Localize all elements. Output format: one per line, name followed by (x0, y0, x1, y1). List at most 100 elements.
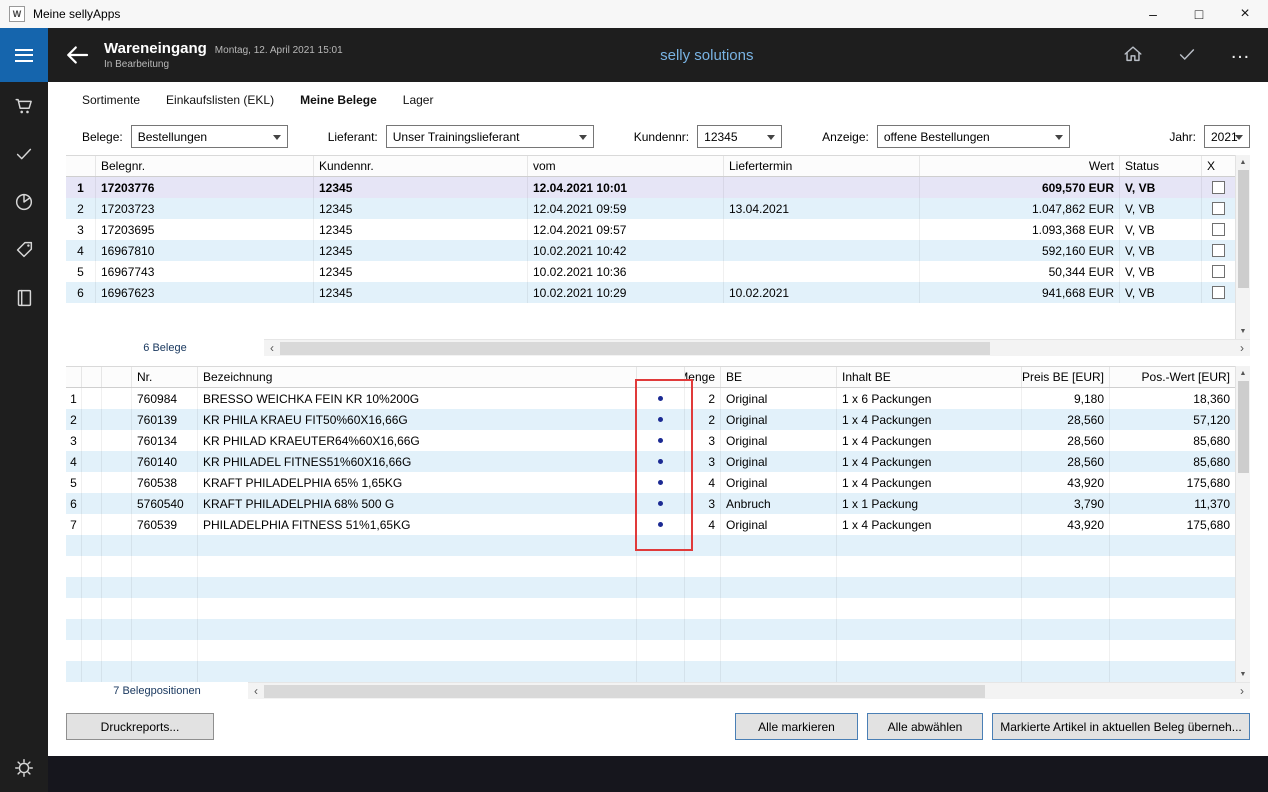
cell-wert: 592,160 EUR (920, 240, 1120, 261)
cell-spacer-1 (82, 430, 102, 451)
tab-sortimente[interactable]: Sortimente (82, 93, 140, 107)
minimize-button[interactable]: – (1130, 0, 1176, 28)
filter-select-belege[interactable]: Bestellungen (131, 125, 288, 148)
cell-wert: 1.093,368 EUR (920, 219, 1120, 240)
tab-einkaufslisten-ekl[interactable]: Einkaufslisten (EKL) (166, 93, 274, 107)
row-checkbox[interactable] (1212, 286, 1225, 299)
sidebar-item-cart[interactable] (0, 82, 48, 130)
scroll-left-arrow-icon[interactable]: ‹ (264, 340, 280, 356)
cell-liefertermin (724, 177, 920, 198)
scrollbar-thumb[interactable] (280, 342, 990, 355)
orders-row[interactable]: 4169678101234510.02.2021 10:42592,160 EU… (66, 240, 1235, 261)
positions-row[interactable]: 1760984BRESSO WEICHKA FEIN KR 10%200G2Or… (66, 388, 1235, 409)
scroll-right-arrow-icon[interactable]: › (1234, 340, 1250, 356)
orders-table: Belegnr.Kundennr.vomLieferterminWertStat… (66, 155, 1250, 339)
positions-count-label: 7 Belegpositionen (66, 682, 248, 699)
deselect-all-button[interactable]: Alle abwählen (867, 713, 983, 740)
cell-marker (637, 514, 685, 535)
tag-icon (13, 239, 35, 261)
orders-row[interactable]: 1172037761234512.04.2021 10:01609,570 EU… (66, 177, 1235, 198)
cell-spacer-1 (82, 388, 102, 409)
positions-row[interactable]: 5760538KRAFT PHILADELPHIA 65% 1,65KG4Ori… (66, 472, 1235, 493)
row-number: 2 (66, 198, 96, 219)
empty-cell (1110, 619, 1235, 640)
empty-cell (1022, 640, 1110, 661)
empty-cell (721, 619, 837, 640)
scroll-up-arrow-icon[interactable]: ▲ (1236, 155, 1250, 170)
scroll-down-arrow-icon[interactable]: ▼ (1236, 667, 1250, 682)
sidebar-item-tasks[interactable] (0, 130, 48, 178)
apply-marked-button[interactable]: Markierte Artikel in aktuellen Beleg übe… (992, 713, 1250, 740)
positions-row[interactable]: 65760540KRAFT PHILADELPHIA 68% 500 G3Anb… (66, 493, 1235, 514)
orders-horizontal-scrollbar[interactable]: ‹ › (264, 339, 1250, 356)
confirm-button[interactable] (1176, 43, 1198, 68)
orders-row[interactable]: 2172037231234512.04.2021 09:5913.04.2021… (66, 198, 1235, 219)
tab-lager[interactable]: Lager (403, 93, 434, 107)
positions-row[interactable]: 3760134KR PHILAD KRAEUTER64%60X16,66G3Or… (66, 430, 1235, 451)
orders-col-header-spacer (66, 156, 96, 176)
empty-cell (685, 598, 721, 619)
scroll-down-arrow-icon[interactable]: ▼ (1236, 324, 1250, 339)
cell-bezeichnung: KR PHILA KRAEU FIT50%60X16,66G (198, 409, 637, 430)
menu-button[interactable] (0, 28, 48, 82)
cell-wert: 609,570 EUR (920, 177, 1120, 198)
back-button[interactable] (62, 40, 92, 70)
positions-vertical-scrollbar[interactable]: ▲ ▼ (1235, 366, 1250, 682)
empty-cell (1110, 577, 1235, 598)
scroll-left-arrow-icon[interactable]: ‹ (248, 683, 264, 699)
row-checkbox[interactable] (1212, 244, 1225, 257)
sidebar-item-statistics[interactable] (0, 178, 48, 226)
sidebar-item-settings[interactable] (0, 744, 48, 792)
orders-row[interactable]: 3172036951234512.04.2021 09:571.093,368 … (66, 219, 1235, 240)
empty-cell (66, 619, 82, 640)
empty-cell (721, 535, 837, 556)
cell-inhalt-be: 1 x 4 Packungen (837, 409, 1022, 430)
row-checkbox[interactable] (1212, 265, 1225, 278)
maximize-button[interactable]: □ (1176, 0, 1222, 28)
positions-row[interactable]: 4760140KR PHILADEL FITNES51%60X16,66G3Or… (66, 451, 1235, 472)
druckreports-button[interactable]: Druckreports... (66, 713, 214, 740)
empty-cell (132, 556, 198, 577)
scrollbar-thumb[interactable] (1238, 381, 1249, 473)
orders-row[interactable]: 5169677431234510.02.2021 10:3650,344 EUR… (66, 261, 1235, 282)
close-button[interactable]: × (1222, 0, 1268, 28)
orders-row[interactable]: 6169676231234510.02.2021 10:2910.02.2021… (66, 282, 1235, 303)
scrollbar-thumb[interactable] (1238, 170, 1249, 288)
filter-select-anzeige[interactable]: offene Bestellungen (877, 125, 1070, 148)
empty-cell (102, 556, 132, 577)
cell-preis-be: 28,560 (1022, 409, 1110, 430)
positions-row[interactable]: 2760139KR PHILA KRAEU FIT50%60X16,66G2Or… (66, 409, 1235, 430)
tab-meine-belege[interactable]: Meine Belege (300, 93, 377, 107)
scroll-up-arrow-icon[interactable]: ▲ (1236, 366, 1250, 381)
orders-vertical-scrollbar[interactable]: ▲ ▼ (1235, 155, 1250, 339)
positions-row[interactable]: 7760539PHILADELPHIA FITNESS 51%1,65KG4Or… (66, 514, 1235, 535)
empty-cell (198, 598, 637, 619)
window-title: Meine sellyApps (33, 7, 120, 21)
filter-group-kundennr: Kundennr:12345 (634, 125, 782, 148)
positions-horizontal-scrollbar[interactable]: ‹ › (248, 682, 1250, 699)
scroll-right-arrow-icon[interactable]: › (1234, 683, 1250, 699)
empty-cell (1022, 619, 1110, 640)
marker-dot-icon (658, 459, 663, 464)
cell-spacer-2 (102, 388, 132, 409)
empty-cell (198, 661, 637, 682)
sidebar-item-prices[interactable] (0, 226, 48, 274)
cell-belegnr: 16967810 (96, 240, 314, 261)
home-button[interactable] (1122, 43, 1144, 68)
sidebar-item-catalog[interactable] (0, 274, 48, 322)
cell-vom: 10.02.2021 10:42 (528, 240, 724, 261)
cell-status: V, VB (1120, 219, 1202, 240)
empty-cell (1022, 556, 1110, 577)
more-button[interactable]: … (1230, 46, 1252, 64)
scrollbar-thumb[interactable] (264, 685, 985, 698)
positions-empty-row (66, 535, 1235, 556)
filter-select-jahr[interactable]: 2021 (1204, 125, 1250, 148)
filter-select-kundennr[interactable]: 12345 (697, 125, 782, 148)
empty-cell (837, 556, 1022, 577)
select-all-button[interactable]: Alle markieren (735, 713, 858, 740)
row-checkbox[interactable] (1212, 181, 1225, 194)
row-checkbox[interactable] (1212, 202, 1225, 215)
row-checkbox[interactable] (1212, 223, 1225, 236)
empty-cell (721, 556, 837, 577)
filter-select-lieferant[interactable]: Unser Trainingslieferant (386, 125, 594, 148)
